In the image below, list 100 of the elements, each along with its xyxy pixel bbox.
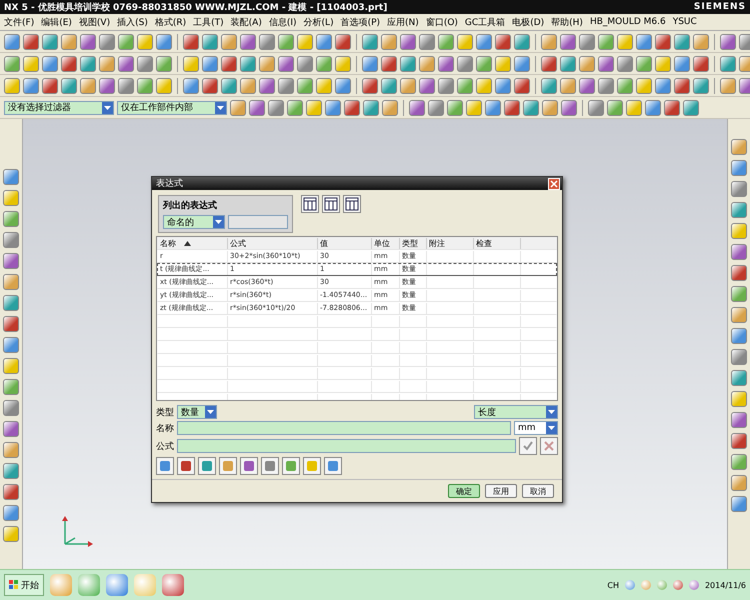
menu-item[interactable]: GC工具箱 <box>464 16 506 28</box>
tool-icon[interactable] <box>240 34 256 50</box>
tool-icon[interactable] <box>438 78 454 94</box>
tool-icon[interactable] <box>156 34 172 50</box>
tool-icon[interactable] <box>626 100 642 116</box>
column-header[interactable]: 类型 <box>400 238 427 250</box>
tool-icon[interactable] <box>3 484 19 500</box>
menu-item[interactable]: 信息(I) <box>268 16 297 28</box>
tool-icon[interactable] <box>693 34 709 50</box>
tool-icon[interactable] <box>259 56 275 72</box>
selection-filter-dropdown[interactable]: 没有选择过滤器 <box>4 100 114 114</box>
taskbar-app-icon[interactable] <box>50 574 72 596</box>
tool-icon[interactable] <box>61 78 77 94</box>
tool-icon[interactable] <box>325 100 341 116</box>
tool-icon[interactable] <box>419 34 435 50</box>
tool-icon[interactable] <box>514 56 530 72</box>
tool-icon[interactable] <box>259 34 275 50</box>
tool-icon[interactable] <box>297 56 313 72</box>
tool-icon[interactable] <box>541 56 557 72</box>
tool-icon[interactable] <box>362 78 378 94</box>
tool-icon[interactable] <box>230 100 246 116</box>
tool-icon[interactable] <box>80 78 96 94</box>
tool-icon[interactable] <box>219 457 237 475</box>
tool-icon[interactable] <box>495 78 511 94</box>
tool-icon[interactable] <box>731 496 747 512</box>
tool-icon[interactable] <box>316 56 332 72</box>
tool-icon[interactable] <box>240 457 258 475</box>
list-filter-dropdown[interactable]: 命名的 <box>163 215 225 230</box>
tool-icon[interactable] <box>731 391 747 407</box>
tool-icon[interactable] <box>495 56 511 72</box>
tool-icon[interactable] <box>118 78 134 94</box>
menu-item[interactable]: 视图(V) <box>78 16 110 28</box>
tool-icon[interactable] <box>382 100 398 116</box>
tool-icon[interactable] <box>476 78 492 94</box>
tool-icon[interactable] <box>457 56 473 72</box>
menu-item[interactable]: 格式(R) <box>154 16 186 28</box>
tool-icon[interactable] <box>617 78 633 94</box>
tool-icon[interactable] <box>3 274 19 290</box>
tool-icon[interactable] <box>3 316 19 332</box>
column-header[interactable]: 公式 <box>228 238 318 250</box>
tool-icon[interactable] <box>617 34 633 50</box>
tool-icon[interactable] <box>344 100 360 116</box>
tool-icon[interactable] <box>3 442 19 458</box>
tool-icon[interactable] <box>731 454 747 470</box>
menu-item[interactable]: 插入(S) <box>117 16 148 28</box>
tool-icon[interactable] <box>335 34 351 50</box>
tool-icon[interactable] <box>731 223 747 239</box>
tool-icon[interactable] <box>278 56 294 72</box>
tool-icon[interactable] <box>381 56 397 72</box>
tool-icon[interactable] <box>156 56 172 72</box>
tool-icon[interactable] <box>731 265 747 281</box>
tool-icon[interactable] <box>240 78 256 94</box>
tool-icon[interactable] <box>3 505 19 521</box>
tool-icon[interactable] <box>118 56 134 72</box>
tool-icon[interactable] <box>306 100 322 116</box>
tool-icon[interactable] <box>156 457 174 475</box>
menu-item[interactable]: 应用(N) <box>387 16 419 28</box>
tool-icon[interactable] <box>80 34 96 50</box>
tool-icon[interactable] <box>693 56 709 72</box>
tool-icon[interactable] <box>636 34 652 50</box>
tool-icon[interactable] <box>514 34 530 50</box>
tool-icon[interactable] <box>3 253 19 269</box>
tool-icon[interactable] <box>598 34 614 50</box>
tool-icon[interactable] <box>363 100 379 116</box>
tool-icon[interactable] <box>3 526 19 542</box>
tray-icon[interactable] <box>624 580 635 590</box>
tool-icon[interactable] <box>3 295 19 311</box>
table-icon[interactable] <box>343 195 361 214</box>
tool-icon[interactable] <box>3 337 19 353</box>
tool-icon[interactable] <box>447 100 463 116</box>
tool-icon[interactable] <box>183 56 199 72</box>
type-dropdown[interactable]: 数量 <box>177 405 217 419</box>
reject-button[interactable] <box>540 437 558 455</box>
tool-icon[interactable] <box>541 34 557 50</box>
tool-icon[interactable] <box>362 56 378 72</box>
tool-icon[interactable] <box>419 78 435 94</box>
tool-icon[interactable] <box>731 349 747 365</box>
tool-icon[interactable] <box>23 34 39 50</box>
close-button[interactable] <box>548 178 560 190</box>
tool-icon[interactable] <box>221 56 237 72</box>
tool-icon[interactable] <box>80 56 96 72</box>
tool-icon[interactable] <box>542 100 558 116</box>
tool-icon[interactable] <box>183 78 199 94</box>
scope-dropdown[interactable]: 仅在工作部件内部 <box>117 100 227 114</box>
tool-icon[interactable] <box>183 34 199 50</box>
tool-icon[interactable] <box>259 78 275 94</box>
menu-item[interactable]: 首选项(P) <box>340 16 380 28</box>
tool-icon[interactable] <box>731 412 747 428</box>
tool-icon[interactable] <box>381 78 397 94</box>
tool-icon[interactable] <box>731 433 747 449</box>
tool-icon[interactable] <box>731 286 747 302</box>
menu-item[interactable]: 分析(L) <box>304 16 334 28</box>
tool-icon[interactable] <box>261 457 279 475</box>
tool-icon[interactable] <box>221 34 237 50</box>
taskbar-app-icon[interactable] <box>78 574 100 596</box>
tool-icon[interactable] <box>61 56 77 72</box>
menu-item[interactable]: 文件(F) <box>4 16 34 28</box>
tool-icon[interactable] <box>198 457 216 475</box>
tool-icon[interactable] <box>324 457 342 475</box>
tool-icon[interactable] <box>457 78 473 94</box>
